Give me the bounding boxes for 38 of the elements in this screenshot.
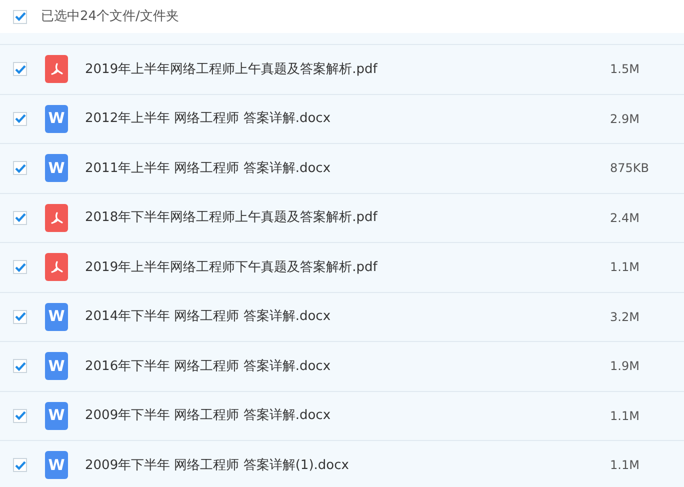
checkbox[interactable] bbox=[13, 458, 27, 472]
selection-count: 已选中24个文件/文件夹 bbox=[41, 8, 179, 26]
file-size: 2.4M bbox=[610, 210, 640, 227]
file-size: 1.5M bbox=[610, 61, 640, 78]
checkbox[interactable] bbox=[13, 408, 27, 423]
word-file-icon: W bbox=[45, 154, 68, 182]
file-size: 1.1M bbox=[610, 259, 640, 276]
file-name[interactable]: 2016年下半年 网络工程师 答案详解.docx bbox=[85, 356, 331, 376]
word-file-icon: W bbox=[45, 352, 68, 380]
file-name[interactable]: 2018年下半年网络工程师上午真题及答案解析.pdf bbox=[85, 208, 378, 228]
checkbox[interactable] bbox=[13, 210, 27, 225]
word-file-icon: W bbox=[45, 302, 68, 331]
file-size: 1.9M bbox=[610, 358, 640, 376]
checkbox[interactable] bbox=[13, 310, 27, 324]
file-size: 1.1M bbox=[610, 457, 640, 474]
file-name[interactable]: 2009年下半年 网络工程师 答案详解.docx bbox=[85, 406, 331, 426]
pdf-file-icon bbox=[45, 204, 68, 232]
checkbox[interactable] bbox=[13, 359, 27, 374]
file-size: 875KB bbox=[610, 160, 650, 178]
file-name[interactable]: 2011年上半年 网络工程师 答案详解.docx bbox=[85, 158, 331, 178]
checkbox[interactable] bbox=[13, 260, 27, 274]
file-name[interactable]: 2019年上半年网络工程师上午真题及答案解析.pdf bbox=[85, 60, 378, 79]
file-name[interactable]: 2019年上半年网络工程师下午真题及答案解析.pdf bbox=[85, 258, 378, 277]
checkbox[interactable] bbox=[13, 161, 27, 176]
file-size: 2.9M bbox=[610, 110, 640, 128]
file-name[interactable]: 2014年下半年 网络工程师 答案详解.docx bbox=[85, 307, 331, 326]
file-name[interactable]: 2009年下半年 网络工程师 答案详解(1).docx bbox=[85, 456, 349, 475]
pdf-file-icon bbox=[45, 253, 68, 282]
checkbox[interactable] bbox=[13, 10, 27, 24]
checkbox[interactable] bbox=[13, 62, 27, 76]
file-name[interactable]: 2012年上半年 网络工程师 答案详解.docx bbox=[85, 109, 331, 128]
word-file-icon: W bbox=[45, 104, 68, 133]
word-file-icon: W bbox=[45, 451, 68, 480]
word-file-icon: W bbox=[45, 402, 68, 430]
file-size: 1.1M bbox=[610, 408, 640, 425]
pdf-file-icon bbox=[45, 55, 68, 84]
file-size: 3.2M bbox=[610, 308, 640, 326]
checkbox[interactable] bbox=[13, 112, 27, 126]
